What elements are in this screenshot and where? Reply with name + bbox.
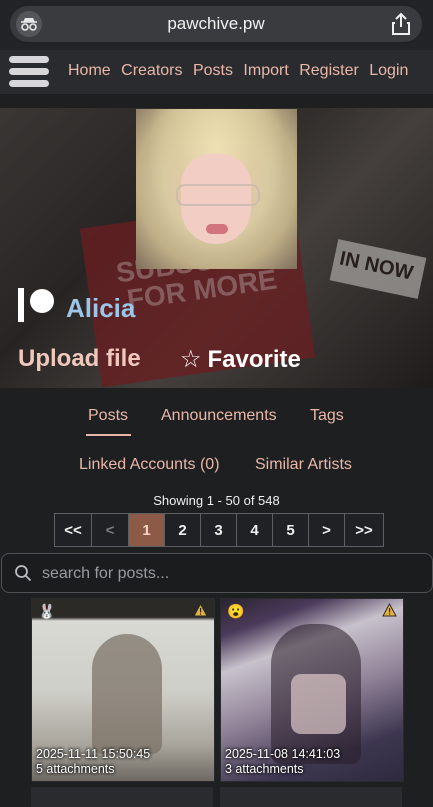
menu-icon[interactable] xyxy=(9,56,49,88)
pagination: << < 1 2 3 4 5 > >> xyxy=(54,513,384,547)
artist-avatar[interactable] xyxy=(136,109,297,269)
tab-tags[interactable]: Tags xyxy=(310,407,344,425)
warning-icon xyxy=(382,602,397,617)
post-badge-icon: 😮 xyxy=(227,603,245,619)
search-icon xyxy=(14,564,32,582)
upload-file-button[interactable]: Upload file xyxy=(18,345,141,373)
post-meta: 2025-11-08 14:41:03 3 attachments xyxy=(225,747,340,777)
nav-creators[interactable]: Creators xyxy=(121,62,182,79)
nav-login[interactable]: Login xyxy=(369,62,408,79)
post-date: 2025-11-08 14:41:03 xyxy=(225,747,341,761)
post-card-partial[interactable] xyxy=(220,787,402,807)
nav-import[interactable]: Import xyxy=(243,62,288,79)
share-icon[interactable] xyxy=(390,12,412,36)
site-nav: Home Creators Posts Import Register Logi… xyxy=(0,50,433,94)
tab-similar-artists[interactable]: Similar Artists xyxy=(255,456,352,474)
search-box xyxy=(1,553,433,593)
page-3-button[interactable]: 3 xyxy=(200,513,237,547)
star-icon: ☆ xyxy=(180,346,202,373)
post-badge-icon: 🐰 xyxy=(38,603,56,619)
tab-linked-accounts[interactable]: Linked Accounts (0) xyxy=(79,456,220,474)
warning-icon xyxy=(193,602,208,617)
post-card[interactable]: 🐰 2025-11-11 15:50:45 5 attachments xyxy=(31,598,215,782)
post-thumbnail xyxy=(92,634,162,754)
nav-register[interactable]: Register xyxy=(299,62,359,79)
post-card-partial[interactable] xyxy=(31,787,213,807)
page-4-button[interactable]: 4 xyxy=(236,513,273,547)
page-last-button[interactable]: >> xyxy=(344,513,384,547)
page-next-button[interactable]: > xyxy=(308,513,345,547)
post-meta: 2025-11-11 15:50:45 5 attachments xyxy=(36,747,150,777)
nav-posts[interactable]: Posts xyxy=(193,62,233,79)
post-date: 2025-11-11 15:50:45 xyxy=(36,747,151,761)
post-attachments: 5 attachments xyxy=(36,762,115,776)
tab-posts[interactable]: Posts xyxy=(88,407,128,425)
address-bar[interactable]: pawchive.pw xyxy=(10,6,422,42)
favorite-button[interactable]: ☆ Favorite xyxy=(180,345,301,374)
url-text[interactable]: pawchive.pw xyxy=(10,14,422,34)
browser-toolbar: pawchive.pw xyxy=(0,0,433,50)
page-5-button[interactable]: 5 xyxy=(272,513,309,547)
tab-announcements[interactable]: Announcements xyxy=(161,407,277,425)
patreon-icon xyxy=(18,288,56,322)
search-input[interactable] xyxy=(40,561,414,587)
page-2-button[interactable]: 2 xyxy=(164,513,201,547)
nav-home[interactable]: Home xyxy=(68,62,111,79)
nav-links: Home Creators Posts Import Register Logi… xyxy=(68,62,414,80)
page-1-button[interactable]: 1 xyxy=(128,513,165,547)
post-card[interactable]: 😮 2025-11-08 14:41:03 3 attachments xyxy=(220,598,404,782)
active-tab-indicator xyxy=(86,434,131,436)
showing-count: Showing 1 - 50 of 548 xyxy=(153,493,280,508)
page-first-button[interactable]: << xyxy=(54,513,92,547)
favorite-label: Favorite xyxy=(207,346,301,373)
post-thumbnail-detail xyxy=(291,674,346,734)
artist-name[interactable]: Alicia xyxy=(66,293,135,324)
post-attachments: 3 attachments xyxy=(225,762,304,776)
page-prev-button[interactable]: < xyxy=(91,513,129,547)
